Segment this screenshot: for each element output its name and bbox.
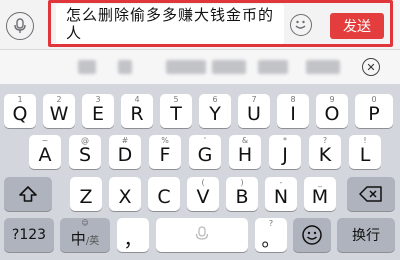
period-key[interactable]: ?。 (255, 218, 287, 252)
blurred-candidate[interactable] (306, 60, 340, 74)
comma-key[interactable]: ， (117, 218, 149, 252)
red-highlight-frame (48, 0, 393, 47)
emoji-key[interactable] (293, 218, 331, 252)
key-h[interactable]: & H (229, 135, 261, 169)
key-a[interactable]: ~ A (29, 135, 61, 169)
key-x[interactable]: X (109, 177, 141, 211)
numbers-key[interactable]: ?123 (4, 218, 54, 252)
key-s[interactable]: @ S (69, 135, 101, 169)
key-d[interactable]: # D (109, 135, 141, 169)
return-key[interactable]: 换行 (337, 218, 395, 252)
language-switch-key[interactable]: ☺ 中/英 (60, 218, 110, 252)
key-g[interactable]: ' G (189, 135, 221, 169)
space-key[interactable] (156, 218, 248, 252)
key-b[interactable]: ) B (226, 177, 258, 211)
key-c[interactable]: C (148, 177, 180, 211)
backspace-key[interactable] (347, 177, 395, 211)
blurred-candidate[interactable] (166, 60, 206, 74)
shift-key[interactable] (4, 177, 52, 211)
blurred-candidate[interactable] (212, 60, 246, 74)
shift-arrow-icon (19, 186, 37, 202)
key-l[interactable]: ! L (349, 135, 381, 169)
key-p[interactable]: 0P (355, 94, 393, 128)
voice-input-button[interactable] (6, 12, 34, 40)
microphone-icon (14, 18, 26, 33)
key-u[interactable]: 7U (238, 94, 270, 128)
suggestion-bar (0, 50, 400, 84)
backspace-icon (359, 186, 382, 202)
blurred-candidate[interactable] (258, 60, 288, 74)
blurred-candidate[interactable] (118, 60, 132, 74)
key-t[interactable]: 5T (160, 94, 192, 128)
key-r[interactable]: 4R (121, 94, 153, 128)
blurred-candidate[interactable] (78, 60, 96, 74)
keyboard: 1Q 2W 3E 4R 5T 6Y 7U 8I 9O 0P ~ A @ S # D %… (0, 84, 400, 260)
key-m[interactable]: _ M (304, 177, 336, 211)
key-q[interactable]: 1Q (4, 94, 36, 128)
key-z[interactable]: Z (70, 177, 102, 211)
key-y[interactable]: 6Y (199, 94, 231, 128)
key-i[interactable]: 8I (277, 94, 309, 128)
key-e[interactable]: 3E (82, 94, 114, 128)
key-n[interactable]: -N (265, 177, 297, 211)
smiley-icon (302, 225, 322, 245)
key-w[interactable]: 2W (43, 94, 75, 128)
key-v[interactable]: (V (187, 177, 219, 211)
key-j[interactable]: * J (269, 135, 301, 169)
close-suggestions-icon[interactable]: ✕ (362, 58, 380, 76)
key-o[interactable]: 9O (316, 94, 348, 128)
microphone-icon (195, 226, 209, 240)
message-input-bar: 怎么删除偷多多赚大钱金币的人 发送 (0, 0, 400, 50)
key-k[interactable]: ? K (309, 135, 341, 169)
key-f[interactable]: % F (149, 135, 181, 169)
